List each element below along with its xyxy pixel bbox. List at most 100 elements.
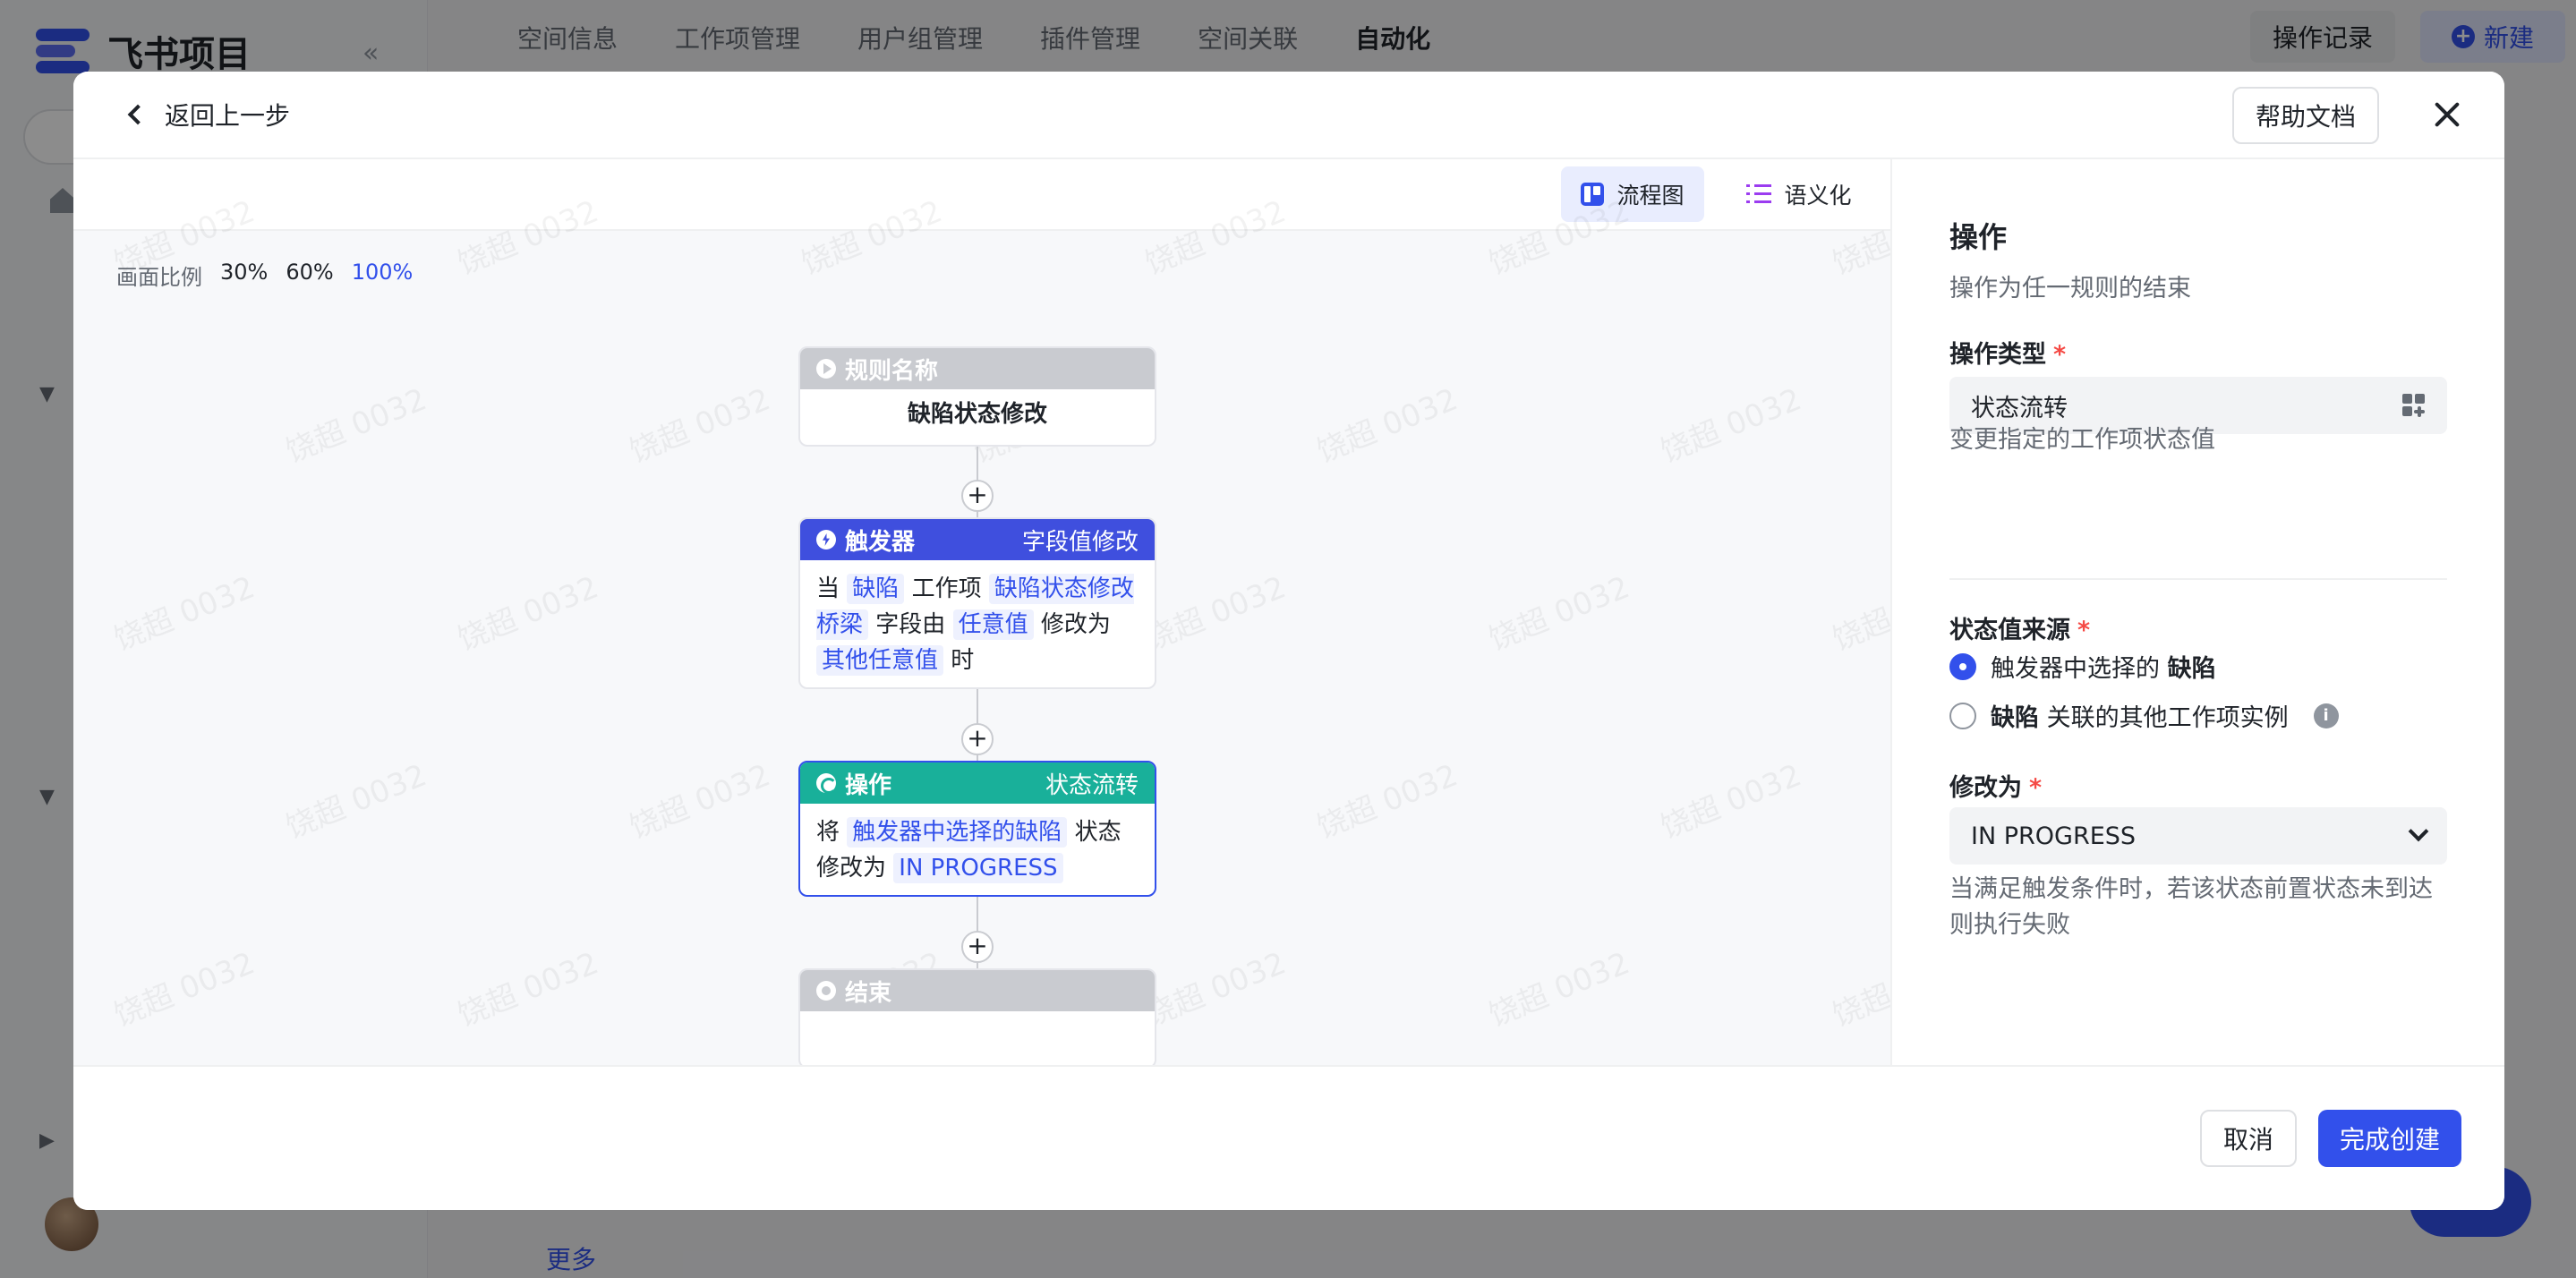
trigger-text: 修改为	[1040, 611, 1111, 638]
radio-selected[interactable]	[1949, 652, 1976, 680]
radio-unselected[interactable]	[1949, 702, 1976, 729]
zoom-60[interactable]: 60%	[286, 260, 333, 291]
action-chip: 触发器中选择的缺陷	[847, 817, 1068, 848]
zoom-control: 画面比例 30% 60% 100%	[116, 260, 413, 291]
trigger-node-header-label: 触发器	[845, 528, 916, 556]
modify-to-value: IN PROGRESS	[1971, 822, 2137, 850]
cancel-button[interactable]: 取消	[2200, 1110, 2297, 1167]
modal-header: 返回上一步 帮助文档	[73, 72, 2504, 159]
rule-name-value: 缺陷状态修改	[907, 401, 1047, 428]
automation-rule-modal: 返回上一步 帮助文档 流程图 语义化 饶超 0032 饶超 0032 饶超 0032…	[73, 72, 2504, 1210]
tab-flowchart-label: 流程图	[1616, 183, 1685, 209]
action-type-label: 状态流转	[1045, 771, 1139, 799]
watermark-text: 饶超 0032	[108, 569, 260, 659]
zoom-30[interactable]: 30%	[220, 260, 268, 291]
watermark-text: 饶超 0032	[1311, 757, 1463, 847]
watermark-text: 饶超 0032	[452, 569, 604, 659]
operation-icon	[816, 773, 837, 794]
divider	[1949, 578, 2447, 580]
watermark-text: 饶超 0032	[108, 945, 260, 1035]
watermark-text: 饶超 0032	[1655, 757, 1807, 847]
end-icon	[816, 981, 836, 1001]
config-panel: 操作 操作为任一规则的结束 操作类型 * 状态流转 变更指定的工作项状态值 状态值…	[1890, 159, 2504, 1065]
operation-type-label: 操作类型 *	[1949, 335, 2066, 370]
complete-create-button[interactable]: 完成创建	[2318, 1110, 2461, 1167]
tab-semantic[interactable]: 语义化	[1736, 166, 1862, 222]
required-mark: *	[2029, 774, 2043, 802]
source-option-text: 关联的其他工作项实例	[2046, 704, 2289, 732]
close-icon[interactable]	[2427, 95, 2467, 134]
view-toolbar: 流程图 语义化	[73, 159, 1890, 231]
operation-type-value: 状态流转	[1971, 394, 2068, 422]
tab-flowchart[interactable]: 流程图	[1561, 166, 1704, 222]
watermark-text: 饶超 0032	[280, 757, 432, 847]
trigger-text: 工作项	[911, 575, 982, 602]
watermark-text: 饶超 0032	[1139, 569, 1292, 659]
source-option-related[interactable]: 缺陷 关联的其他工作项实例 i	[1949, 698, 2339, 733]
source-option-bold: 缺陷	[2167, 655, 2216, 683]
action-node-header: 操作 状态流转	[800, 763, 1155, 804]
zoom-label: 画面比例	[116, 265, 202, 290]
end-node[interactable]: 结束	[798, 968, 1156, 1069]
help-docs-button[interactable]: 帮助文档	[2232, 87, 2379, 144]
trigger-chip: 其他任意值	[816, 645, 944, 676]
required-mark: *	[2053, 341, 2067, 369]
modify-to-label: 修改为 *	[1949, 768, 2042, 803]
trigger-chip: 任意值	[952, 609, 1034, 640]
lightning-icon	[816, 530, 836, 550]
status-source-label-text: 状态值来源	[1949, 617, 2070, 644]
action-text: 将	[816, 819, 840, 846]
trigger-chip: 缺陷	[847, 574, 905, 604]
add-step-button[interactable]: +	[961, 480, 994, 512]
zoom-100[interactable]: 100%	[352, 260, 414, 291]
trigger-text: 当	[816, 575, 840, 602]
back-button[interactable]: 返回上一步	[124, 97, 290, 132]
rule-node-header: 规则名称	[800, 348, 1155, 389]
back-label: 返回上一步	[165, 101, 291, 131]
source-option-bold: 缺陷	[1991, 704, 2039, 732]
chevron-left-icon	[127, 104, 149, 125]
info-icon[interactable]: i	[2313, 703, 2339, 728]
watermark-text: 饶超 0032	[624, 757, 776, 847]
watermark-text: 饶超 0032	[1139, 945, 1292, 1035]
list-icon	[1746, 183, 1772, 205]
play-icon	[816, 359, 836, 379]
apps-icon	[2402, 394, 2426, 417]
modify-to-hint: 当满足触发条件时，若该状态前置状态未到达则执行失败	[1949, 875, 2433, 939]
tab-semantic-label: 语义化	[1784, 183, 1852, 209]
modify-to-select[interactable]: IN PROGRESS	[1949, 807, 2447, 865]
trigger-text: 字段由	[875, 611, 946, 638]
add-step-button[interactable]: +	[961, 723, 994, 755]
trigger-description: 当 缺陷 工作项 缺陷状态修改桥梁 字段由 任意值 修改为 其他任意值 时	[800, 560, 1155, 687]
watermark-text: 饶超 0032	[624, 381, 776, 471]
end-node-header: 结束	[800, 970, 1155, 1011]
rule-name-node[interactable]: 规则名称 缺陷状态修改	[798, 346, 1156, 447]
watermark-text: 饶超 0032	[1655, 381, 1807, 471]
source-option-trigger[interactable]: 触发器中选择的 缺陷	[1949, 649, 2216, 684]
flow-canvas[interactable]: 流程图 语义化 饶超 0032 饶超 0032 饶超 0032 饶超 0032 饶超 0…	[73, 159, 2150, 1069]
panel-title: 操作	[1949, 220, 2008, 254]
trigger-node[interactable]: 触发器 字段值修改 当 缺陷 工作项 缺陷状态修改桥梁 字段由 任意值 修改为 …	[798, 517, 1156, 689]
panel-description: 操作为任一规则的结束	[1949, 275, 2191, 302]
action-node-header-label: 操作	[845, 771, 892, 799]
add-step-button[interactable]: +	[961, 931, 994, 963]
trigger-node-header: 触发器 字段值修改	[800, 519, 1155, 560]
modal-footer: 取消 完成创建	[73, 1065, 2504, 1210]
modify-to-label-text: 修改为	[1949, 774, 2022, 802]
watermark-text: 饶超 0032	[280, 381, 432, 471]
action-description: 将 触发器中选择的缺陷 状态修改为 IN PROGRESS	[800, 804, 1155, 895]
source-option-text: 触发器中选择的	[1991, 655, 2160, 683]
trigger-text: 时	[951, 647, 975, 674]
watermark-text: 饶超 0032	[1483, 569, 1635, 659]
chevron-down-icon	[2408, 821, 2429, 842]
flowchart-icon	[1581, 183, 1605, 206]
watermark-text: 饶超 0032	[1311, 381, 1463, 471]
watermark-text: 饶超 0032	[1483, 945, 1635, 1035]
watermark-text: 饶超 0032	[452, 945, 604, 1035]
action-chip: IN PROGRESS	[893, 853, 1063, 883]
action-node[interactable]: 操作 状态流转 将 触发器中选择的缺陷 状态修改为 IN PROGRESS	[798, 761, 1156, 897]
trigger-type-label: 字段值修改	[1021, 528, 1139, 556]
rule-node-header-label: 规则名称	[845, 357, 939, 385]
end-node-header-label: 结束	[845, 979, 892, 1007]
operation-type-hint: 变更指定的工作项状态值	[1949, 426, 2215, 454]
